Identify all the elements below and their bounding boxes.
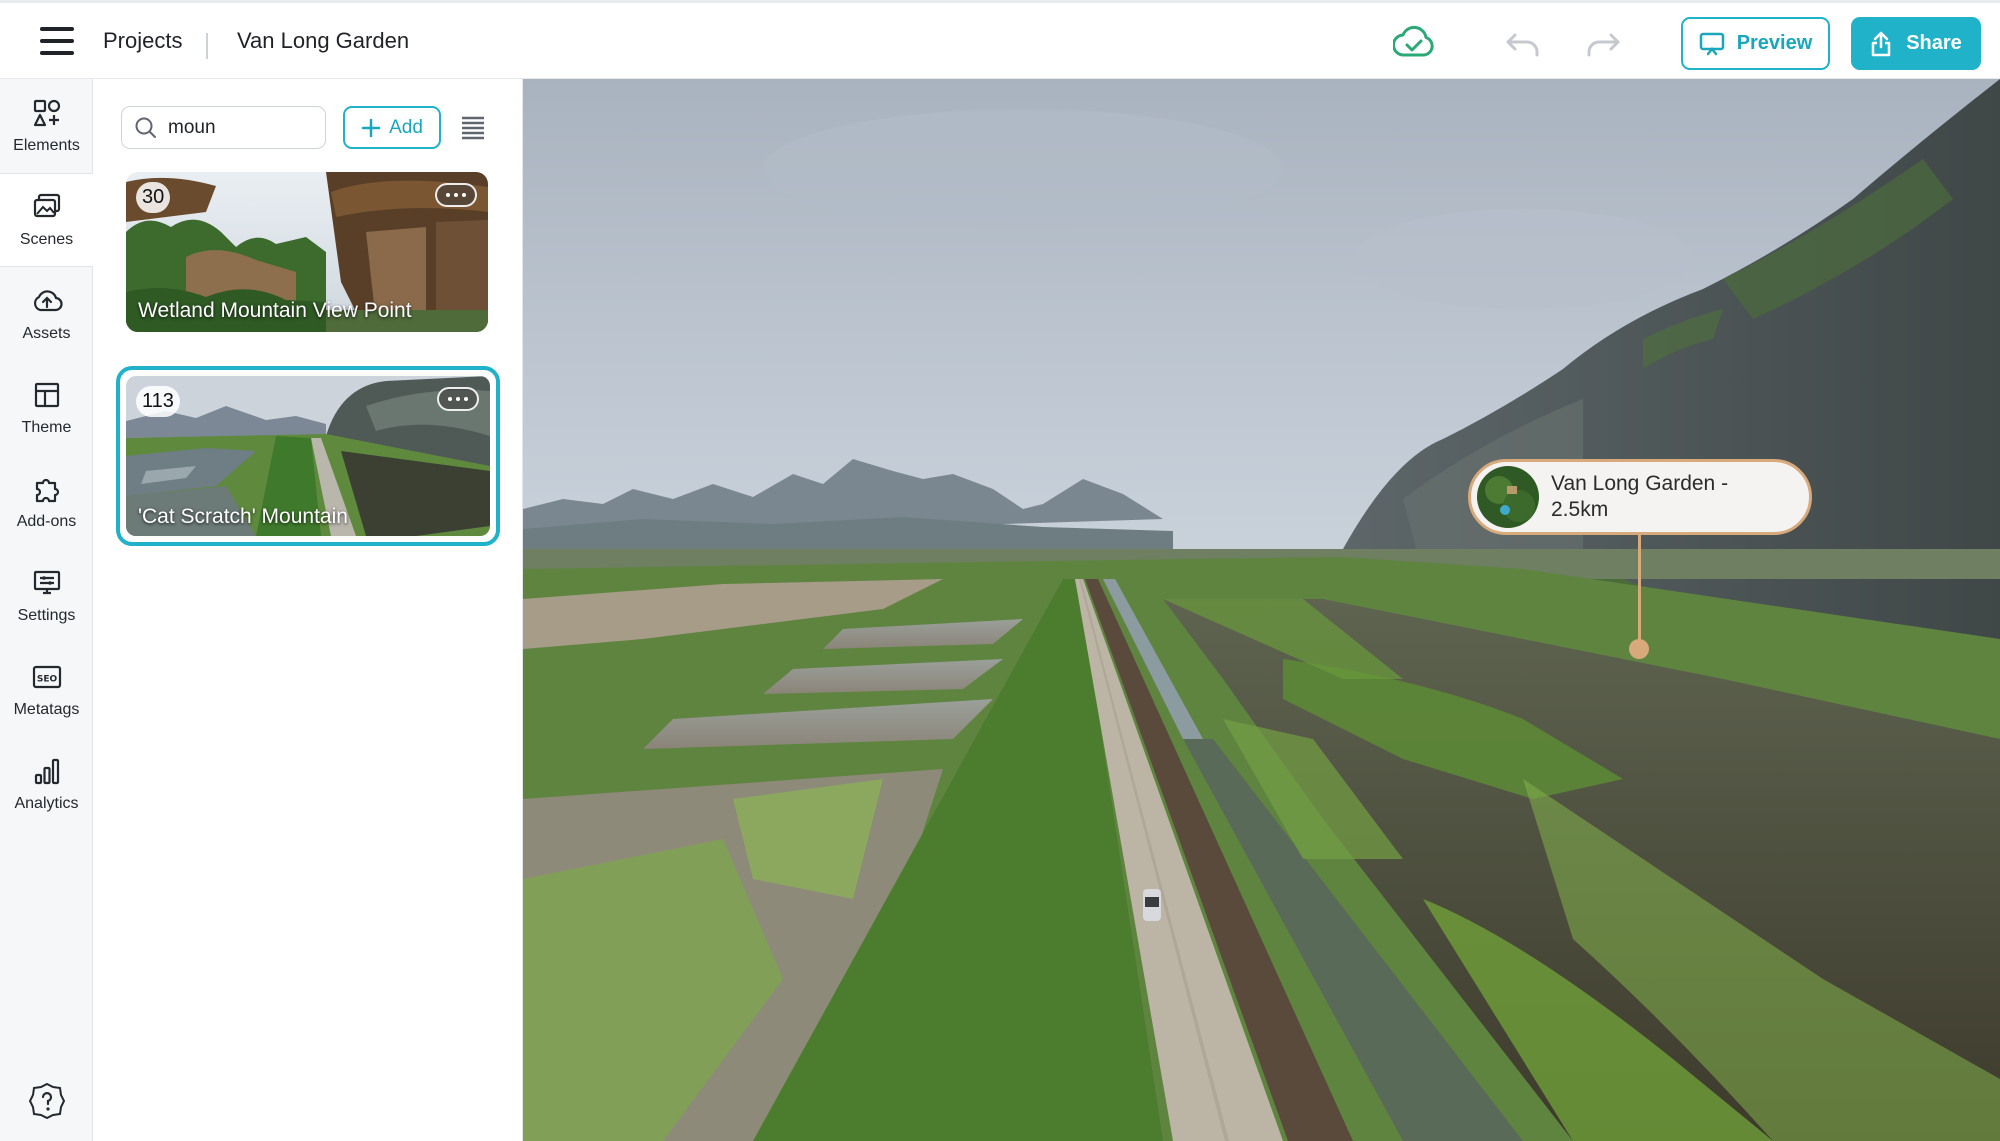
list-view-icon[interactable]	[460, 114, 486, 140]
add-scene-button[interactable]: Add	[343, 106, 441, 149]
layout-icon	[34, 382, 59, 408]
share-button[interactable]: Share	[1851, 17, 1981, 70]
redo-icon[interactable]	[1585, 31, 1621, 57]
svg-text:SEO: SEO	[36, 675, 57, 685]
nav-analytics-label: Analytics	[14, 795, 79, 812]
scene-title: Wetland Mountain View Point	[138, 299, 412, 322]
hotspot-stem	[1638, 535, 1641, 647]
settings-icon	[33, 570, 60, 595]
project-title: Van Long Garden	[237, 28, 410, 53]
left-navigation: Elements Scenes Assets Theme Add-ons Set…	[0, 79, 93, 1141]
scene-search-input[interactable]: moun	[121, 106, 326, 149]
nav-theme[interactable]: Theme	[0, 361, 93, 455]
nav-settings-label: Settings	[17, 607, 76, 624]
presentation-icon	[1699, 32, 1724, 55]
undo-icon[interactable]	[1505, 31, 1541, 57]
scenes-icon	[33, 193, 60, 218]
scene-title: 'Cat Scratch' Mountain	[138, 505, 348, 528]
top-bar: Projects Van Long Garden Preview Share	[0, 0, 2000, 79]
nav-settings[interactable]: Settings	[0, 549, 93, 643]
scene-number-badge: 30	[136, 182, 171, 213]
map-hotspot-card[interactable]: Van Long Garden - 2.5km	[1468, 459, 1812, 535]
preview-label: Preview	[1736, 32, 1813, 54]
more-options-icon[interactable]	[437, 387, 479, 411]
breadcrumb-separator	[206, 33, 208, 59]
search-icon	[135, 117, 156, 138]
hotspot-anchor-dot[interactable]	[1629, 639, 1649, 659]
hotspot-label: Van Long Garden - 2.5km	[1551, 472, 1729, 521]
share-upload-icon	[1871, 31, 1891, 56]
nav-addons-label: Add-ons	[16, 513, 77, 530]
panorama-viewer[interactable]: Van Long Garden - 2.5km	[523, 79, 2000, 1141]
more-options-icon[interactable]	[435, 183, 477, 207]
seo-icon: SEO	[32, 665, 61, 689]
add-label: Add	[389, 116, 423, 138]
nav-metatags[interactable]: SEO Metatags	[0, 643, 93, 737]
panorama-image	[523, 79, 2000, 1141]
nav-elements[interactable]: Elements	[0, 79, 93, 173]
nav-assets[interactable]: Assets	[0, 267, 93, 361]
scenes-panel: moun Add 30 Wetland Mountain View Point …	[93, 79, 523, 1141]
nav-theme-label: Theme	[21, 419, 72, 436]
share-label: Share	[1906, 32, 1962, 54]
hamburger-menu-icon[interactable]	[40, 27, 74, 55]
breadcrumb-projects[interactable]: Projects	[103, 28, 182, 54]
nav-metatags-label: Metatags	[13, 701, 80, 718]
search-value: moun	[168, 116, 216, 138]
bar-chart-icon	[34, 758, 59, 785]
cloud-upload-icon	[33, 290, 63, 312]
scene-card-selected[interactable]: 113 'Cat Scratch' Mountain	[116, 366, 500, 546]
nav-elements-label: Elements	[13, 137, 80, 154]
elements-icon	[33, 99, 60, 127]
hotspot-thumbnail	[1477, 466, 1539, 528]
puzzle-icon	[35, 478, 59, 503]
nav-analytics[interactable]: Analytics	[0, 737, 93, 831]
cloud-check-icon	[1393, 25, 1434, 57]
preview-button[interactable]: Preview	[1681, 17, 1830, 70]
nav-addons[interactable]: Add-ons	[0, 455, 93, 549]
nav-scenes[interactable]: Scenes	[0, 173, 93, 267]
plus-icon	[361, 118, 381, 137]
nav-scenes-label: Scenes	[19, 231, 74, 248]
nav-assets-label: Assets	[22, 325, 71, 342]
scene-number-badge: 113	[136, 386, 180, 417]
scene-card[interactable]: 30 Wetland Mountain View Point	[126, 172, 488, 332]
help-icon[interactable]	[28, 1082, 66, 1120]
